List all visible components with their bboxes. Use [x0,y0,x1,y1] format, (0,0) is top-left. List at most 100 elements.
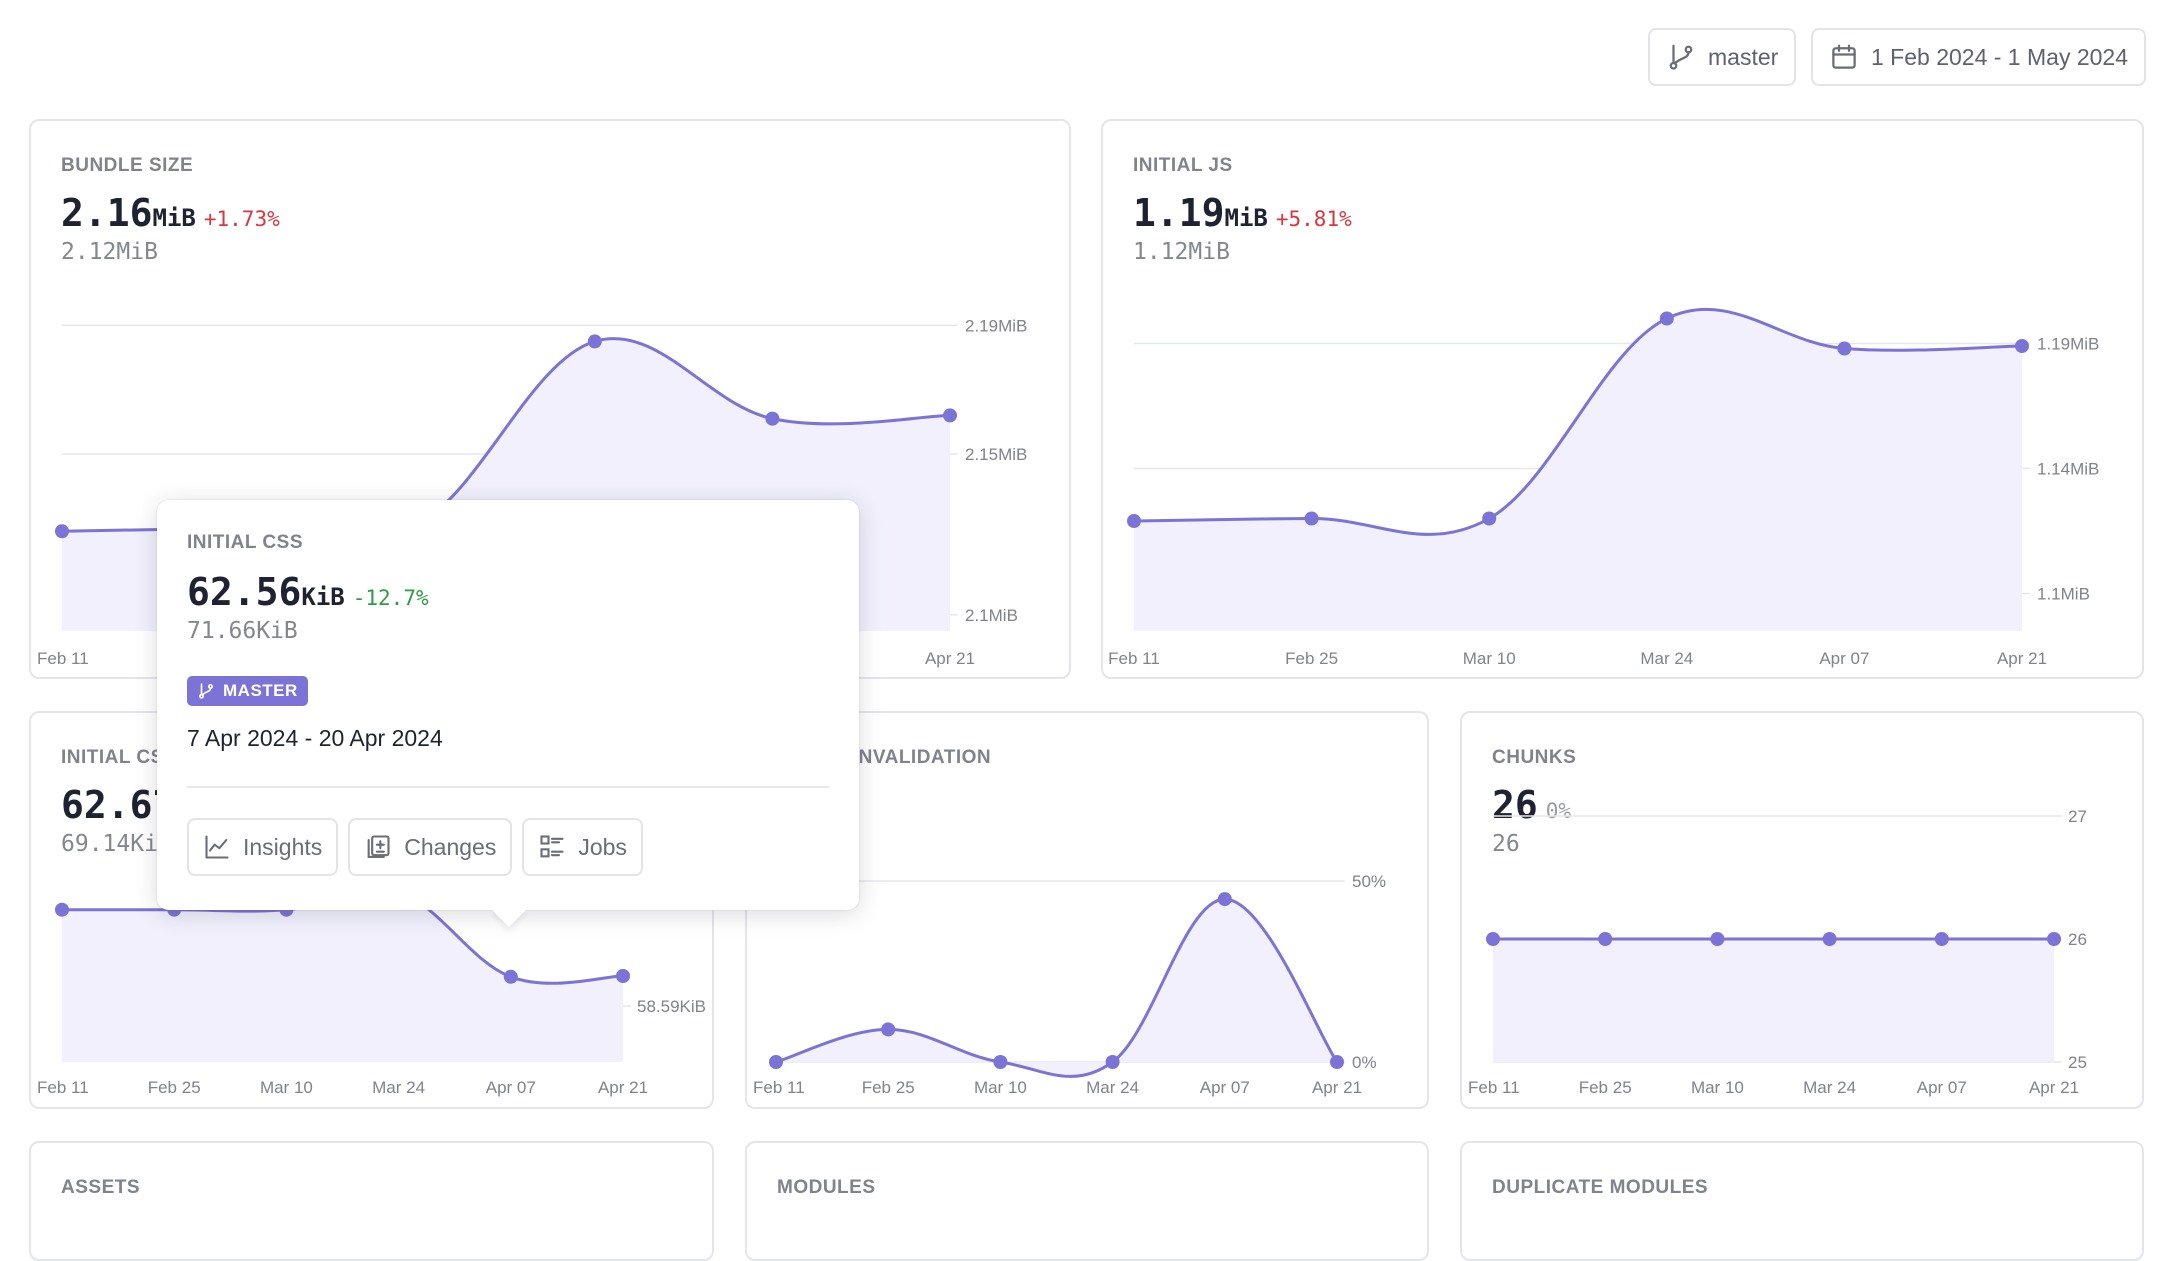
data-point [1659,311,1674,326]
y-tick-label: 27 [2068,807,2087,826]
branch-badge: MASTER [187,676,308,706]
data-point [881,1022,896,1037]
tooltip-value: 62.56 [187,570,302,614]
x-tick-label: Mar 10 [974,1078,1027,1097]
data-point [55,902,69,917]
tooltip-metric-row: 62.56 KiB -12.7% [187,570,429,614]
y-tick-label: 26 [2068,930,2087,949]
x-tick-label: Apr 21 [2029,1078,2079,1097]
y-tick-label: 0% [1352,1053,1377,1072]
x-tick-label: Mar 24 [1803,1078,1856,1097]
x-tick-label: Mar 10 [260,1078,313,1097]
git-branch-icon [199,683,213,699]
x-tick-label: Feb 11 [37,1078,89,1097]
x-tick-label: Feb 25 [1285,649,1338,668]
tooltip-title: INITIAL CSS [187,532,303,553]
data-point [55,524,69,539]
data-point [587,334,602,349]
tooltip-unit: KiB [301,583,345,611]
card-title: DUPLICATE MODULES [1492,1177,1709,1198]
insights-button[interactable]: Insights [187,818,339,876]
data-point [993,1055,1008,1069]
line-chart-icon [205,835,229,859]
y-tick-label: 1.1MiB [2037,585,2090,604]
tooltip-previous: 71.66KiB [187,618,298,644]
data-point [1330,1055,1344,1069]
calendar-icon [1832,44,1856,69]
initial-js-chart[interactable]: 1.19MiB 1.14MiB 1.1MiB Feb 11 Feb 25 Mar 10 Ma… [1103,121,2144,679]
data-point [769,1055,783,1069]
card-title: ASSETS [61,1177,141,1198]
data-point [1710,932,1725,946]
list-icon [540,835,564,858]
x-tick-label: Apr 21 [598,1078,648,1097]
changes-button[interactable]: Changes [348,818,513,876]
data-point [1598,932,1613,946]
x-tick-label: Feb 11 [37,649,89,668]
changes-label: Changes [404,833,497,860]
tooltip-actions: Insights Changes Jobs [187,818,643,876]
area-fill [1134,309,2022,631]
tooltip-delta: -12.7% [352,586,429,610]
x-tick-label: Apr 21 [1312,1078,1362,1097]
modules-card[interactable]: MODULES [745,1141,1429,1261]
x-tick-label: Apr 07 [1200,1078,1250,1097]
area-fill [62,889,623,1062]
date-range-button[interactable]: 1 Feb 2024 - 1 May 2024 [1811,28,2146,86]
x-tick-label: Mar 24 [1086,1078,1139,1097]
x-tick-label: Apr 07 [486,1078,536,1097]
x-tick-label: Feb 25 [862,1078,915,1097]
chunks-chart[interactable]: 27 26 25 Feb 11 Feb 25 Mar 10 Mar 24 Apr 07 Apr … [1462,713,2144,1109]
x-tick-label: Mar 10 [1463,649,1516,668]
x-tick-label: Apr 07 [1917,1078,1967,1097]
data-point [616,968,630,983]
insights-label: Insights [243,833,323,860]
tooltip-date-range: 7 Apr 2024 - 20 Apr 2024 [187,725,443,751]
y-tick-label: 2.15MiB [965,445,1027,464]
card-title: MODULES [777,1177,876,1198]
x-tick-label: Apr 07 [1819,649,1869,668]
y-tick-label: 2.1MiB [965,606,1018,625]
branch-label: master [1708,43,1779,70]
y-tick-label: 25 [2068,1053,2087,1072]
jobs-button[interactable]: Jobs [522,818,643,876]
chart-tooltip: INITIAL CSS 62.56 KiB -12.7% 71.66KiB MA… [157,500,859,927]
x-tick-label: Feb 25 [1579,1078,1632,1097]
assets-card[interactable]: ASSETS [29,1141,714,1261]
data-point [1105,1055,1120,1069]
x-tick-label: Apr 21 [1997,649,2047,668]
x-tick-label: Feb 11 [1108,649,1160,668]
data-point [1934,932,1949,946]
y-tick-label: 1.19MiB [2037,335,2099,354]
area-fill [776,899,1337,1077]
data-point [765,411,780,426]
data-point [503,969,518,984]
data-point [2047,932,2061,946]
data-point [2015,339,2029,353]
data-point [943,408,957,423]
initial-js-card[interactable]: INITIAL JS 1.19 MiB +5.81% 1.12MiB 1.19M… [1101,119,2144,679]
data-point [1822,932,1837,946]
branch-selector-button[interactable]: master [1648,28,1797,86]
y-tick-label: 50% [1352,872,1386,891]
y-tick-label: 58.59KiB [637,997,706,1016]
data-point [1837,341,1852,356]
x-tick-label: Feb 11 [753,1078,805,1097]
jobs-label: Jobs [578,833,627,860]
data-point [1127,514,1141,528]
x-tick-label: Mar 10 [1691,1078,1744,1097]
divider [187,786,829,788]
data-point [1217,892,1232,907]
y-tick-label: 2.19MiB [965,316,1027,335]
data-point [1482,511,1497,526]
date-range-label: 1 Feb 2024 - 1 May 2024 [1871,43,2128,70]
x-tick-label: Feb 11 [1468,1078,1520,1097]
data-point [1486,932,1500,946]
area-fill [1493,939,2054,1062]
x-tick-label: Feb 25 [148,1078,201,1097]
chunks-card[interactable]: CHUNKS 26 0% 26 27 26 25 Feb 11 Feb 25 Mar 10… [1460,711,2144,1109]
x-tick-label: Mar 24 [372,1078,425,1097]
badge-label: MASTER [223,681,298,700]
git-branch-icon [1669,44,1693,70]
duplicate-modules-card[interactable]: DUPLICATE MODULES [1460,1141,2144,1261]
